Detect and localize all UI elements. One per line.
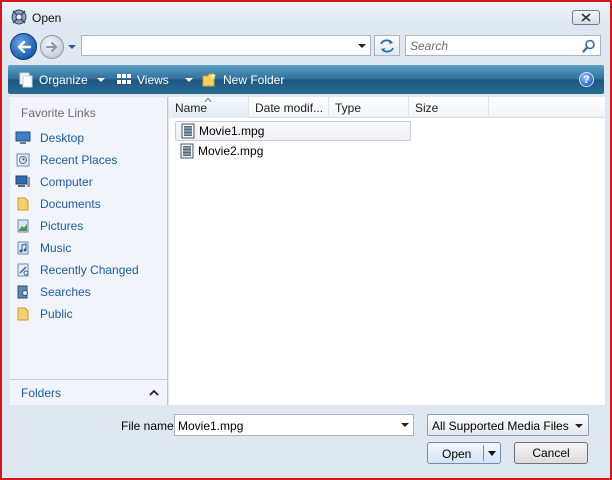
organize-icon	[19, 72, 33, 87]
sidebar-item-label: Pictures	[40, 219, 84, 233]
column-header-label: Name	[175, 100, 208, 115]
sidebar-item-computer[interactable]: Computer	[15, 171, 165, 193]
video-file-icon	[180, 143, 194, 159]
column-header-label: Size	[415, 100, 439, 115]
title-bar: Open	[2, 2, 610, 30]
search-input[interactable]	[410, 38, 578, 53]
new-folder-icon	[202, 72, 216, 86]
help-button[interactable]: ?	[579, 72, 594, 87]
sidebar-item-label: Searches	[40, 285, 91, 299]
column-header-label: Date modif...	[255, 100, 324, 115]
column-headers: Name Date modif... Type Size	[169, 97, 605, 118]
desktop-icon	[15, 131, 31, 144]
address-bar[interactable]	[81, 35, 371, 56]
file-type-value: All Supported Media Files	[432, 419, 569, 433]
folder-icon	[17, 307, 29, 321]
file-name: Movie2.mpg	[198, 144, 264, 158]
video-file-icon	[181, 123, 195, 139]
open-button-label: Open	[442, 447, 472, 461]
views-button[interactable]: Views	[116, 65, 193, 94]
file-list: Movie1.mpg Movie2.mpg	[175, 121, 595, 161]
chevron-up-icon[interactable]	[149, 388, 159, 398]
column-header-date-modified[interactable]: Date modif...	[249, 97, 329, 118]
recent-places-icon	[16, 153, 30, 167]
sidebar-item-label: Documents	[40, 197, 101, 211]
folder-icon	[17, 197, 29, 211]
sidebar-item-label: Desktop	[40, 131, 85, 145]
organize-button[interactable]: Organize	[18, 65, 105, 94]
open-dialog: Open Search Organize Views New Folder ? …	[0, 0, 612, 480]
sidebar-item-searches[interactable]: Searches	[15, 281, 165, 303]
file-list-pane: Name Date modif... Type Size Movie1.mpg	[169, 97, 605, 405]
computer-icon	[15, 175, 30, 187]
chevron-down-icon	[575, 424, 583, 428]
sidebar-item-recently-changed[interactable]: Recently Changed	[15, 259, 165, 281]
views-icon	[117, 73, 131, 84]
column-header-name[interactable]: Name	[169, 97, 249, 118]
sidebar-item-music[interactable]: Music	[15, 237, 165, 259]
sidebar-item-label: Computer	[40, 175, 93, 189]
file-row[interactable]: Movie2.mpg	[175, 141, 595, 161]
sidebar-item-recent-places[interactable]: Recent Places	[15, 149, 165, 171]
organize-label: Organize	[39, 72, 88, 87]
close-icon	[581, 13, 591, 22]
favorite-links-list: Desktop Recent Places Computer Documents	[15, 127, 165, 325]
refresh-button[interactable]	[374, 35, 400, 56]
navigation-pane: Favorite Links Desktop Recent Places Com…	[10, 97, 168, 405]
music-icon	[17, 241, 29, 255]
arrow-left-icon	[17, 40, 31, 53]
pictures-icon	[17, 219, 29, 233]
command-toolbar: Organize Views New Folder ?	[8, 65, 604, 94]
folders-toggle[interactable]: Folders	[10, 379, 167, 405]
sidebar-item-documents[interactable]: Documents	[15, 193, 165, 215]
file-name-dropdown-icon[interactable]	[400, 420, 410, 430]
recently-changed-icon	[17, 263, 29, 277]
split-divider	[483, 445, 484, 461]
sidebar-item-pictures[interactable]: Pictures	[15, 215, 165, 237]
back-button[interactable]	[10, 33, 37, 60]
window-title: Open	[32, 11, 62, 25]
file-name-label: File name:	[121, 419, 178, 433]
cancel-button[interactable]: Cancel	[514, 442, 588, 464]
new-folder-button[interactable]: New Folder	[202, 65, 284, 94]
sidebar-item-public[interactable]: Public	[15, 303, 165, 325]
open-options-caret-icon[interactable]	[488, 451, 496, 456]
refresh-icon	[380, 39, 394, 52]
column-header-size[interactable]: Size	[409, 97, 489, 118]
views-caret-icon	[184, 77, 193, 82]
app-icon	[11, 9, 27, 25]
file-name-input[interactable]	[178, 418, 393, 433]
folders-label: Folders	[21, 386, 62, 400]
file-row[interactable]: Movie1.mpg	[175, 121, 411, 141]
close-button[interactable]	[572, 10, 600, 25]
address-dropdown-icon[interactable]	[356, 40, 368, 52]
chevron-down-icon[interactable]	[66, 41, 78, 53]
file-type-select[interactable]: All Supported Media Files	[427, 414, 589, 436]
arrow-right-icon	[46, 42, 58, 52]
column-header-label: Type	[335, 100, 362, 115]
sidebar-item-desktop[interactable]: Desktop	[15, 127, 165, 149]
sort-ascending-icon	[205, 98, 211, 102]
favorite-links-header: Favorite Links	[21, 106, 96, 120]
organize-caret-icon	[96, 77, 105, 82]
sidebar-item-label: Recent Places	[40, 153, 118, 167]
cancel-button-label: Cancel	[532, 446, 570, 460]
column-header-type[interactable]: Type	[329, 97, 409, 118]
open-button[interactable]: Open	[427, 442, 501, 464]
help-icon: ?	[583, 73, 590, 86]
file-name: Movie1.mpg	[199, 124, 265, 138]
views-label: Views	[137, 72, 169, 87]
new-folder-label: New Folder	[223, 72, 285, 87]
sidebar-item-label: Music	[40, 241, 72, 255]
searches-icon	[17, 285, 28, 299]
sidebar-item-label: Recently Changed	[40, 263, 139, 277]
sidebar-item-label: Public	[40, 307, 73, 321]
search-box[interactable]	[405, 35, 601, 56]
navigation-bar	[2, 30, 610, 62]
search-icon[interactable]	[582, 39, 596, 53]
forward-button[interactable]	[40, 35, 64, 59]
file-name-combobox[interactable]	[174, 414, 414, 436]
